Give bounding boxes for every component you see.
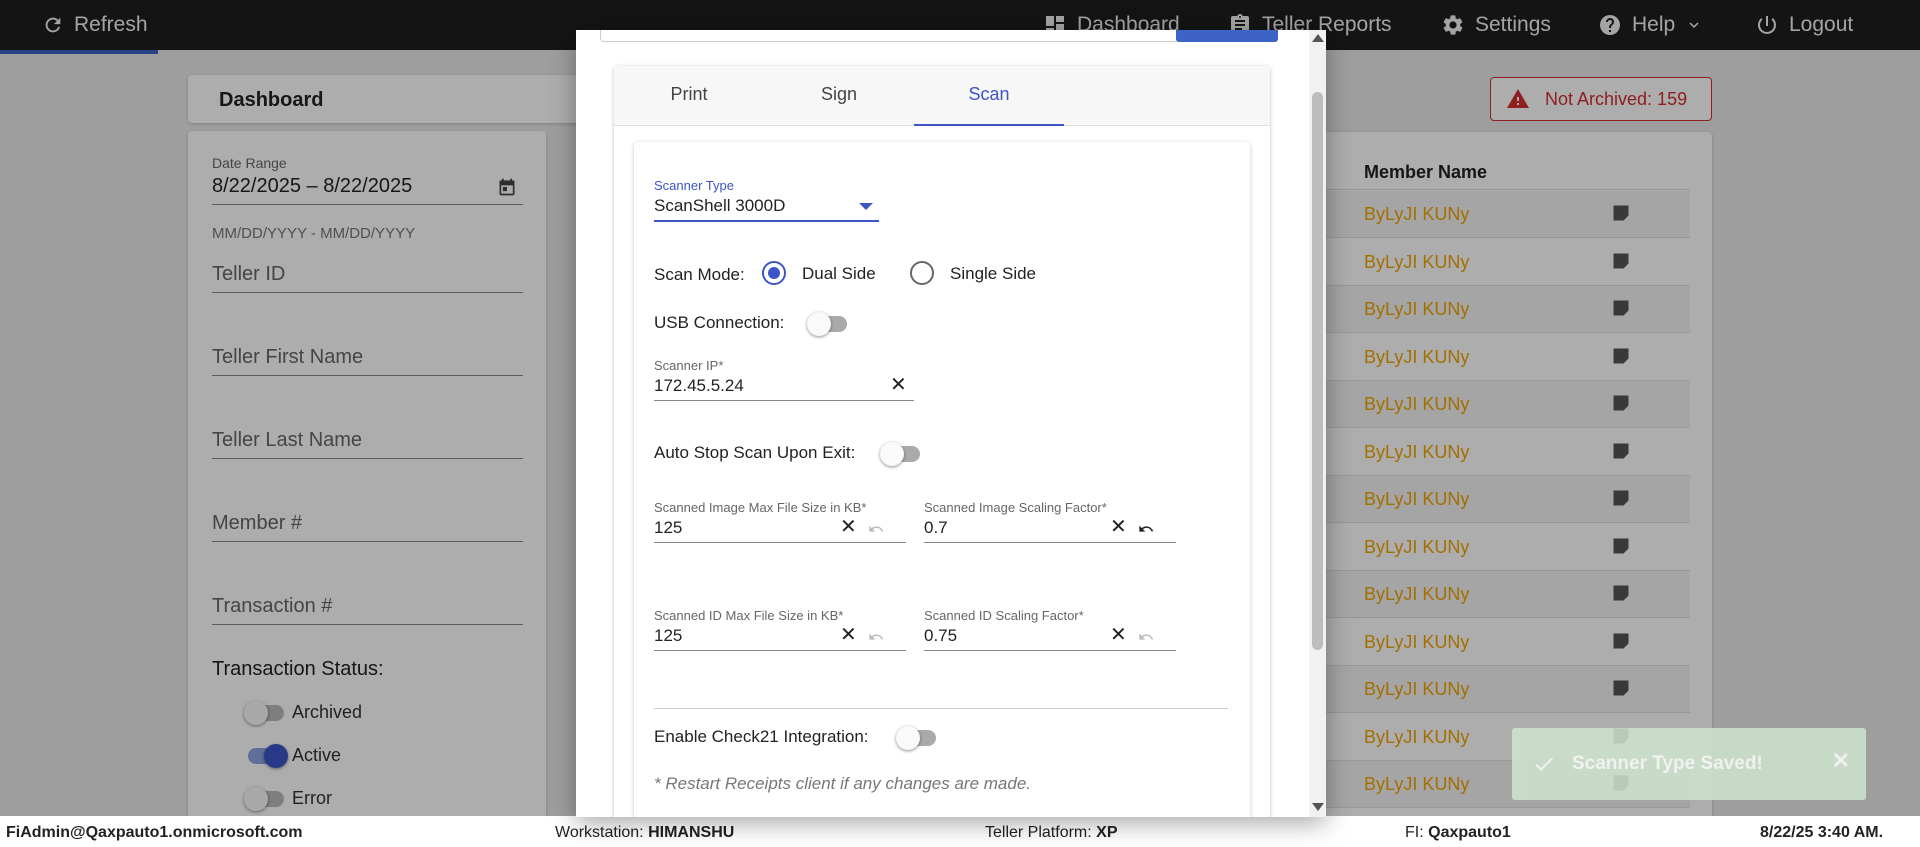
- tab-print[interactable]: Print: [614, 66, 764, 126]
- partial-action-button[interactable]: [1176, 30, 1278, 42]
- partial-input-field[interactable]: [600, 30, 1180, 42]
- usb-connection-toggle[interactable]: [807, 312, 847, 336]
- clear-id-scale-icon[interactable]: ✕: [1110, 625, 1127, 645]
- undo-id-scale-icon: [1139, 633, 1154, 640]
- scroll-down-arrow-icon[interactable]: [1312, 803, 1324, 811]
- settings-panel: Print Sign Scan Scanner Type ScanShell 3…: [614, 66, 1270, 817]
- image-max-size-underline: [654, 542, 906, 543]
- footer-platform: Teller Platform: XP: [985, 824, 1118, 842]
- auto-stop-toggle[interactable]: [880, 442, 920, 466]
- image-scale-label: Scanned Image Scaling Factor*: [924, 500, 1107, 515]
- check21-toggle[interactable]: [896, 726, 936, 750]
- platform-label: Teller Platform:: [985, 824, 1092, 841]
- fi-value: Qaxpauto1: [1428, 824, 1511, 841]
- clear-image-scale-icon[interactable]: ✕: [1110, 517, 1127, 537]
- settings-modal: Print Sign Scan Scanner Type ScanShell 3…: [576, 30, 1326, 817]
- image-max-size-input[interactable]: 125: [654, 518, 682, 538]
- section-divider: [654, 708, 1228, 709]
- id-max-size-label: Scanned ID Max File Size in KB*: [654, 608, 844, 623]
- status-footer: FiAdmin@Qaxpauto1.onmicrosoft.com Workst…: [0, 816, 1920, 847]
- dual-side-label[interactable]: Dual Side: [802, 264, 876, 284]
- workstation-value: HIMANSHU: [648, 824, 735, 841]
- scanner-ip-underline: [654, 400, 914, 401]
- platform-value: XP: [1096, 824, 1118, 841]
- scanner-type-value[interactable]: ScanShell 3000D: [654, 196, 785, 216]
- image-max-size-label: Scanned Image Max File Size in KB*: [654, 500, 867, 515]
- footer-datetime: 8/22/25 3:40 AM.: [1760, 824, 1884, 841]
- single-side-label[interactable]: Single Side: [950, 264, 1036, 284]
- undo-image-max-icon: [869, 525, 884, 532]
- undo-image-scale-icon[interactable]: [1136, 521, 1156, 537]
- auto-stop-label: Auto Stop Scan Upon Exit:: [654, 443, 856, 462]
- dropdown-arrow-icon[interactable]: [859, 203, 873, 210]
- image-scale-underline: [924, 542, 1176, 543]
- check21-label: Enable Check21 Integration:: [654, 727, 869, 746]
- id-max-size-input[interactable]: 125: [654, 626, 682, 646]
- workstation-label: Workstation:: [555, 824, 644, 841]
- dual-side-radio[interactable]: [762, 261, 786, 285]
- settings-tabs: Print Sign Scan: [614, 66, 1270, 126]
- footer-fi: FI: Qaxpauto1: [1405, 824, 1511, 842]
- modal-scrollbar[interactable]: [1309, 30, 1326, 817]
- clear-image-max-icon[interactable]: ✕: [840, 517, 857, 537]
- check-icon: [1535, 757, 1553, 771]
- tab-scan[interactable]: Scan: [914, 66, 1064, 126]
- clear-id-max-icon[interactable]: ✕: [840, 625, 857, 645]
- scroll-up-arrow-icon[interactable]: [1312, 34, 1324, 42]
- image-scale-input[interactable]: 0.7: [924, 518, 948, 538]
- toast-close-icon[interactable]: ✕: [1832, 748, 1850, 774]
- clear-ip-icon[interactable]: ✕: [890, 375, 907, 395]
- scan-settings-card: Scanner Type ScanShell 3000D Scan Mode: …: [634, 142, 1250, 817]
- undo-id-max-icon: [869, 633, 884, 640]
- footer-user: FiAdmin@Qaxpauto1.onmicrosoft.com: [6, 824, 303, 841]
- toast-notification: Scanner Type Saved! ✕: [1512, 728, 1866, 800]
- tab-sign[interactable]: Sign: [764, 66, 914, 126]
- id-scale-input[interactable]: 0.75: [924, 626, 957, 646]
- scrollbar-thumb[interactable]: [1312, 92, 1323, 650]
- scanner-ip-input[interactable]: 172.45.5.24: [654, 376, 744, 396]
- single-side-radio[interactable]: [910, 261, 934, 285]
- footer-workstation: Workstation: HIMANSHU: [555, 824, 734, 842]
- fi-label: FI:: [1405, 824, 1424, 841]
- scan-mode-label: Scan Mode:: [654, 265, 745, 284]
- id-scale-underline: [924, 650, 1176, 651]
- scanner-type-label: Scanner Type: [654, 178, 734, 193]
- scanner-ip-label: Scanner IP*: [654, 358, 724, 373]
- toast-message: Scanner Type Saved!: [1572, 753, 1763, 774]
- id-scale-label: Scanned ID Scaling Factor*: [924, 608, 1084, 623]
- usb-connection-label: USB Connection:: [654, 313, 785, 332]
- id-max-size-underline: [654, 650, 906, 651]
- scanner-type-underline: [654, 220, 879, 222]
- restart-hint: * Restart Receipts client if any changes…: [654, 774, 1032, 793]
